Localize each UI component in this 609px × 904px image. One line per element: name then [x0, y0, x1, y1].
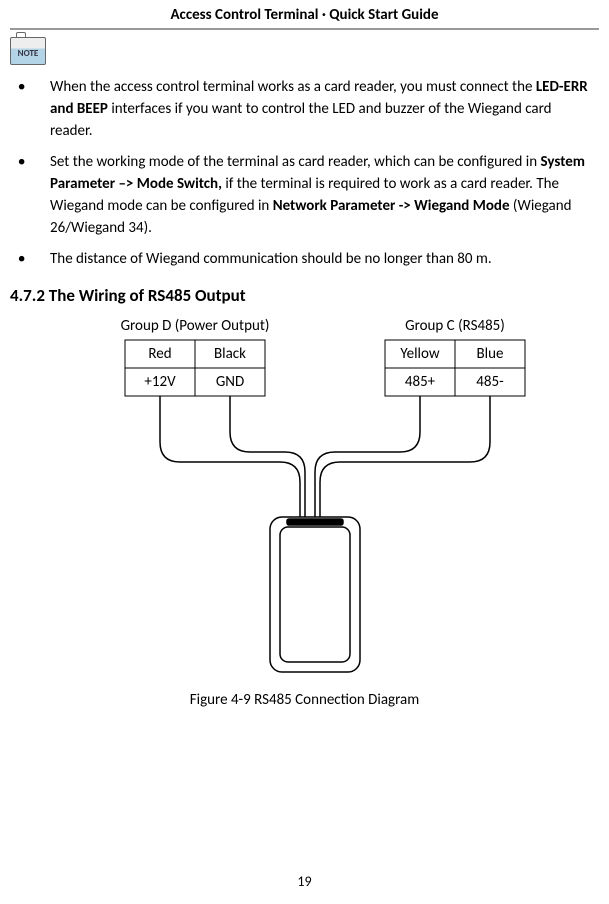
svg-text:Blue: Blue [476, 345, 503, 363]
text-segment: interfaces if you want to control the LE… [50, 100, 552, 140]
text-segment: When the access control terminal works a… [50, 78, 536, 96]
wiring-diagram: Group D (Power Output) Group C (RS485) R… [10, 312, 599, 687]
svg-text:+12V: +12V [144, 373, 176, 391]
svg-text:Yellow: Yellow [400, 345, 439, 363]
text-segment: The distance of Wiegand communication sh… [50, 250, 492, 268]
svg-text:GND: GND [215, 373, 243, 391]
svg-text:Black: Black [214, 345, 246, 363]
figure-caption: Figure 4-9 RS485 Connection Diagram [10, 691, 599, 709]
bullet-item: When the access control terminal works a… [50, 77, 595, 142]
note-icon-label: NOTE [10, 48, 46, 59]
text-segment: Network Parameter -> Wiegand Mode [273, 197, 510, 215]
header-title: Access Control Terminal · Quick Start Gu… [10, 0, 599, 30]
wire-group-d [160, 396, 305, 517]
section-heading: 4.7.2 The Wiring of RS485 Output [10, 285, 599, 306]
group-c-table: Yellow Blue 485+ 485- [385, 340, 525, 396]
group-d-title: Group D (Power Output) [120, 317, 269, 335]
group-d-table: Red Black +12V GND [125, 340, 265, 396]
page-number: 19 [0, 873, 609, 890]
bullet-item: The distance of Wiegand communication sh… [50, 249, 595, 271]
note-list: When the access control terminal works a… [10, 77, 599, 271]
wire-group-c [315, 396, 490, 517]
note-icon: NOTE [10, 34, 46, 66]
device-outline [270, 517, 360, 672]
text-segment: Set the working mode of the terminal as … [50, 153, 541, 171]
group-c-title: Group C (RS485) [405, 317, 505, 335]
bullet-item: Set the working mode of the terminal as … [50, 152, 595, 239]
svg-text:485+: 485+ [404, 373, 435, 391]
svg-text:Red: Red [148, 345, 171, 363]
svg-text:485-: 485- [476, 373, 504, 391]
